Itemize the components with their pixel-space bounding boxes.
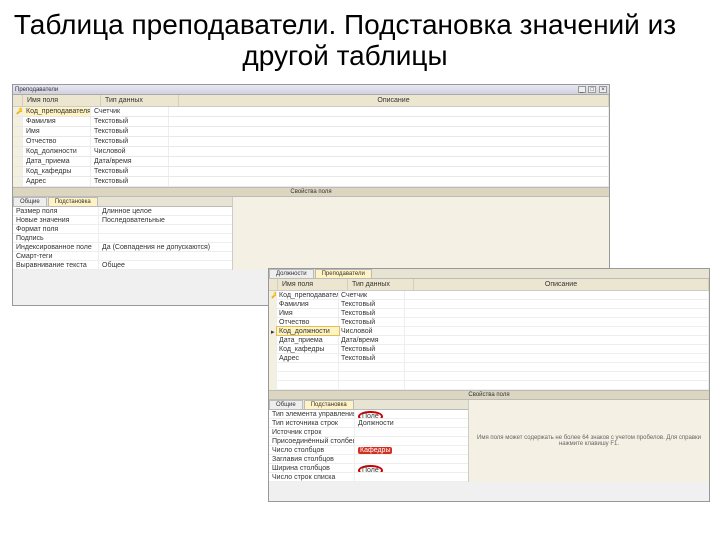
maximize-icon[interactable]: □	[588, 86, 596, 93]
field-type[interactable]: Текстовый	[91, 167, 169, 176]
table-row[interactable]: 🔑Код_преподавателяСчетчик	[269, 291, 709, 300]
slide-title: Таблица преподаватели. Подстановка значе…	[0, 0, 720, 76]
prop-row[interactable]: Число строк списка	[269, 473, 468, 482]
table-row[interactable]	[269, 381, 709, 390]
prop-row[interactable]: Источник строк	[269, 428, 468, 437]
col-field-name-2[interactable]: Имя поля	[278, 279, 348, 290]
table-row[interactable]: ИмяТекстовый	[269, 309, 709, 318]
field-name[interactable]: Имя	[277, 309, 339, 317]
table-row[interactable]: АдресТекстовый	[13, 177, 609, 187]
field-type[interactable]: Текстовый	[91, 137, 169, 146]
close-icon[interactable]: ×	[599, 86, 607, 93]
prop-row[interactable]: Смарт-теги	[13, 252, 232, 261]
table-row[interactable]: 🔑 Код_преподавателя Счетчик	[13, 107, 609, 117]
prop-row[interactable]: Ширина столбцовПоле	[269, 464, 468, 473]
field-name[interactable]: Код_кафедры	[277, 345, 339, 353]
field-name[interactable]: Отчество	[277, 318, 339, 326]
tab-lookup-2[interactable]: Подстановка	[304, 400, 354, 409]
table-row[interactable]: Дата_приемаДата/время	[269, 336, 709, 345]
table-row[interactable]: ▸Код_должностиЧисловой	[269, 327, 709, 336]
col-data-type[interactable]: Тип данных	[101, 95, 179, 106]
field-properties-label: Свойства поля	[13, 187, 609, 197]
field-type[interactable]: Текстовый	[339, 309, 405, 317]
field-type[interactable]: Текстовый	[339, 345, 405, 353]
field-name[interactable]: Код_преподавателя	[23, 107, 91, 116]
field-name[interactable]: Код_должности	[277, 327, 339, 335]
field-type[interactable]: Дата/время	[339, 336, 405, 344]
prop-row[interactable]: Тип элемента управленияПоле	[269, 410, 468, 419]
field-type[interactable]: Счетчик	[91, 107, 169, 116]
doc-tab-2[interactable]: Преподаватели	[315, 269, 372, 278]
field-type[interactable]: Текстовый	[339, 354, 405, 362]
field-name[interactable]: Дата_приема	[23, 157, 91, 166]
field-name[interactable]: Фамилия	[277, 300, 339, 308]
field-type[interactable]: Текстовый	[339, 300, 405, 308]
field-type[interactable]: Текстовый	[91, 177, 169, 186]
col-data-type-2[interactable]: Тип данных	[348, 279, 414, 290]
table-row[interactable]: ОтчествоТекстовый	[269, 318, 709, 327]
table-row[interactable]: Код_кафедрыТекстовый	[13, 167, 609, 177]
minimize-icon[interactable]: _	[578, 86, 586, 93]
table-row[interactable]: ФамилияТекстовый	[13, 117, 609, 127]
field-name[interactable]: Имя	[23, 127, 91, 136]
field-name[interactable]: Отчество	[23, 137, 91, 146]
window-caption-1: Преподаватели	[15, 87, 58, 93]
prop-row[interactable]: Число столбцовКафедры	[269, 446, 468, 455]
tab-lookup[interactable]: Подстановка	[48, 197, 98, 206]
prop-row[interactable]: Тип источника строкДолжности	[269, 419, 468, 428]
field-name[interactable]: Код_должности	[23, 147, 91, 156]
field-name[interactable]: Код_преподавателя	[277, 291, 339, 299]
field-rows-2: 🔑Код_преподавателяСчетчик ФамилияТекстов…	[269, 291, 709, 390]
prop-row[interactable]: Присоединённый столбец	[269, 437, 468, 446]
help-pane-2: Имя поля может содержать не более 64 зна…	[469, 400, 709, 482]
tab-general[interactable]: Общие	[13, 197, 47, 206]
red-highlight: Кафедры	[358, 447, 392, 454]
field-name[interactable]: Адрес	[23, 177, 91, 186]
table-row[interactable]	[269, 363, 709, 372]
oval-highlight-1: Поле	[358, 411, 383, 418]
tab-general-2[interactable]: Общие	[269, 400, 303, 409]
prop-row[interactable]: Выравнивание текстаОбщее	[13, 261, 232, 270]
table-row[interactable]: Дата_приемаДата/время	[13, 157, 609, 167]
field-grid-header-2: Имя поля Тип данных Описание	[269, 279, 709, 291]
design-window-2: Должности Преподаватели Имя поля Тип дан…	[268, 268, 710, 502]
col-description[interactable]: Описание	[179, 95, 609, 106]
field-type[interactable]: Числовой	[91, 147, 169, 156]
table-row[interactable]: Код_кафедрыТекстовый	[269, 345, 709, 354]
titlebar-1: Преподаватели _ □ ×	[13, 85, 609, 95]
prop-row[interactable]: Индексированное полеДа (Совпадения не до…	[13, 243, 232, 252]
properties-list-1: Размер поляДлинное целое Новые значенияП…	[13, 207, 232, 270]
field-type[interactable]: Текстовый	[339, 318, 405, 326]
table-row[interactable]: Код_должностиЧисловой	[13, 147, 609, 157]
table-row[interactable]: ОтчествоТекстовый	[13, 137, 609, 147]
field-type[interactable]: Счетчик	[339, 291, 405, 299]
primary-key-icon: 🔑	[16, 109, 23, 115]
properties-list-2: Тип элемента управленияПоле Тип источник…	[269, 410, 468, 482]
col-field-name[interactable]: Имя поля	[23, 95, 101, 106]
prop-row[interactable]: Заглавия столбцов	[269, 455, 468, 464]
field-type[interactable]: Числовой	[339, 327, 405, 335]
field-grid-header-1: Имя поля Тип данных Описание	[13, 95, 609, 107]
field-properties-label-2: Свойства поля	[269, 390, 709, 400]
field-type[interactable]: Текстовый	[91, 117, 169, 126]
field-name[interactable]: Код_кафедры	[23, 167, 91, 176]
prop-row[interactable]: Новые значенияПоследовательные	[13, 216, 232, 225]
table-row[interactable]	[269, 372, 709, 381]
field-name[interactable]: Адрес	[277, 354, 339, 362]
help-pane-1	[233, 197, 609, 270]
prop-row[interactable]: Формат поля	[13, 225, 232, 234]
table-row[interactable]: ИмяТекстовый	[13, 127, 609, 137]
field-name[interactable]: Фамилия	[23, 117, 91, 126]
prop-row[interactable]: Размер поляДлинное целое	[13, 207, 232, 216]
table-row[interactable]: АдресТекстовый	[269, 354, 709, 363]
field-type[interactable]: Дата/время	[91, 157, 169, 166]
field-rows-1: 🔑 Код_преподавателя Счетчик ФамилияТекст…	[13, 107, 609, 187]
field-type[interactable]: Текстовый	[91, 127, 169, 136]
prop-row[interactable]: Подпись	[13, 234, 232, 243]
doc-tab-1[interactable]: Должности	[269, 269, 314, 278]
oval-highlight-2: Поле	[358, 465, 383, 472]
table-row[interactable]: ФамилияТекстовый	[269, 300, 709, 309]
col-description-2[interactable]: Описание	[414, 279, 709, 290]
field-name[interactable]: Дата_приема	[277, 336, 339, 344]
